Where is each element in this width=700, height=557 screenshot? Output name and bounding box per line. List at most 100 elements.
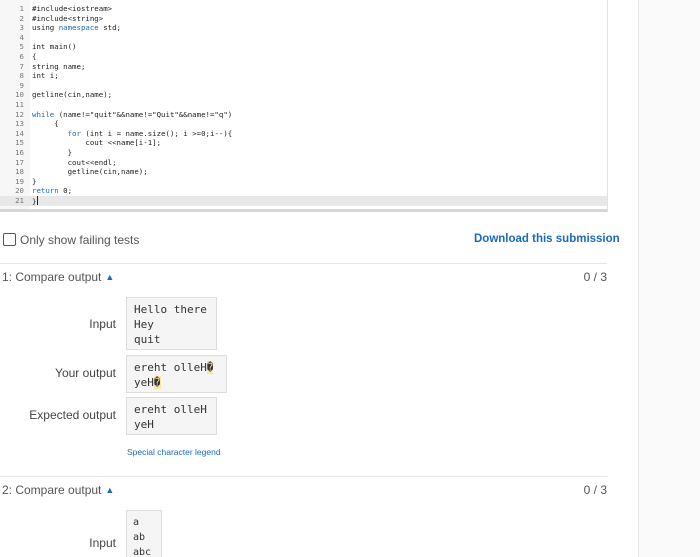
code-text: cout <<name[i-1]; (32, 138, 161, 148)
code-line[interactable]: 2 #include<string> (0, 14, 607, 24)
special-character-legend-link[interactable]: Special character legend (127, 447, 221, 457)
code-keyword: while (32, 109, 55, 119)
code-line[interactable]: 19} (0, 177, 607, 187)
code-line[interactable]: 8 int i; (0, 71, 607, 81)
output-line: yeH� (134, 375, 219, 390)
line-number: 18 (15, 167, 24, 177)
expected-line: ereht olleH (134, 403, 207, 416)
code-line[interactable]: 14 for (int i = name.size(); i >=0;i--){ (0, 129, 607, 139)
code-line[interactable]: 17 cout<<endl; (0, 158, 607, 168)
test-1-your-output-box: ereht olleH� yeH� (126, 355, 227, 393)
expected-line: yeH (134, 418, 154, 431)
code-line[interactable]: 9 (0, 81, 607, 91)
code-segment: (name!="quit"&&name!="Quit"&&name!="q") (54, 109, 233, 119)
code-segment: getline(cin,name); (32, 90, 113, 100)
code-segment: int i; (32, 71, 59, 81)
code-text: int main() (32, 42, 77, 52)
test-1-title-text: 1: Compare output (2, 270, 102, 284)
code-line[interactable]: 13 { (0, 119, 607, 129)
input-line: abc (133, 547, 152, 557)
line-number: 10 (15, 90, 24, 100)
code-segment: (int i = name.size(); i >=0;i--){ (80, 128, 233, 138)
code-text: using namespace std; (32, 23, 121, 33)
code-line[interactable]: 5 int main() (0, 42, 607, 52)
caret-up-icon[interactable]: ▲ (105, 272, 114, 282)
code-line[interactable]: 10 getline(cin,name); (0, 90, 607, 100)
replacement-char-highlight: � (206, 361, 214, 374)
code-text: } (32, 148, 72, 158)
line-number: 16 (15, 148, 24, 157)
text-cursor (37, 196, 39, 205)
test-1-score: 0 / 3 (583, 270, 607, 284)
line-number: 9 (19, 80, 24, 90)
line-number: 8 (19, 71, 24, 81)
code-line[interactable]: 15 cout <<name[i-1]; (0, 138, 607, 148)
code-line[interactable]: 18 getline(cin,name); (0, 167, 607, 177)
line-number: 14 (15, 128, 24, 138)
line-number: 13 (15, 119, 24, 129)
input-line: ab (133, 532, 146, 543)
replacement-char-highlight: � (153, 376, 161, 389)
code-segment: } (32, 176, 37, 186)
code-editor[interactable]: 1 #include<iostream> 2 #include<string> 3 usi… (0, 0, 608, 212)
input-line: Hello there (134, 303, 207, 316)
download-submission-link[interactable]: Download this submission (474, 233, 620, 245)
line-number: 3 (19, 23, 24, 33)
your-output-label: Your output (55, 366, 116, 380)
code-text: return 0; (32, 186, 72, 196)
input-label: Input (89, 536, 116, 550)
code-line[interactable]: 3 using namespace std; (0, 23, 607, 33)
code-text: } (32, 196, 39, 207)
line-number: 12 (15, 109, 24, 119)
section-divider (0, 476, 607, 477)
code-line[interactable]: 7 string name; (0, 62, 607, 72)
right-side-panel (638, 0, 700, 557)
code-line[interactable]: 20 return 0; (0, 186, 607, 196)
code-segment: getline(cin,name); (32, 167, 148, 177)
line-number: 2 (19, 13, 24, 23)
code-text: } (32, 177, 36, 187)
code-segment: cout<<endl; (32, 157, 117, 167)
code-keyword: return (32, 186, 59, 196)
code-line[interactable]: 21} (0, 196, 607, 206)
line-number: 15 (15, 138, 24, 148)
section-divider (0, 263, 607, 264)
line-number: 17 (15, 157, 24, 167)
output-line-text: yeH (134, 376, 154, 389)
input-label: Input (89, 317, 116, 331)
code-segment: 0; (58, 186, 73, 196)
code-keyword: for (67, 128, 81, 138)
code-text: while (name!="quit"&&name!="Quit"&&name!… (32, 110, 232, 120)
code-text: string name; (32, 62, 85, 72)
caret-up-icon[interactable]: ▲ (105, 485, 114, 495)
test-2-title[interactable]: 2: Compare output ▲ (2, 483, 114, 497)
code-line[interactable]: 11 (0, 100, 607, 110)
line-number: 19 (15, 176, 24, 186)
code-segment: int main() (32, 42, 77, 52)
code-segment: #include<iostream> (32, 4, 113, 13)
code-text: for (int i = name.size(); i >=0;i--){ (32, 128, 233, 139)
output-line-text: ereht olleH (134, 361, 207, 374)
code-line[interactable]: 12 while (name!="quit"&&name!="Quit"&&nam… (0, 110, 607, 120)
code-line[interactable]: 4 (0, 33, 607, 43)
code-text: int i; (32, 71, 59, 81)
test-1-title[interactable]: 1: Compare output ▲ (2, 270, 114, 284)
code-line[interactable]: 6{ (0, 52, 607, 62)
code-segment: } (32, 197, 37, 206)
code-segment: { (32, 119, 59, 129)
only-failing-checkbox[interactable] (3, 233, 16, 246)
code-line[interactable]: 16 } (0, 148, 607, 158)
code-text: getline(cin,name); (32, 167, 148, 177)
only-failing-label: Only show failing tests (20, 233, 140, 247)
input-line: quit (134, 333, 161, 346)
code-segment: } (32, 148, 73, 157)
input-line: Hey (134, 318, 154, 331)
code-line[interactable]: 1 #include<iostream> (0, 4, 607, 14)
test-1-input-box: Hello there Hey quit (126, 297, 217, 350)
line-number: 5 (19, 42, 24, 52)
code-segment: #include<string> (32, 13, 104, 23)
code-text: { (32, 52, 36, 62)
code-segment: { (32, 52, 37, 61)
line-number: 4 (19, 32, 24, 42)
